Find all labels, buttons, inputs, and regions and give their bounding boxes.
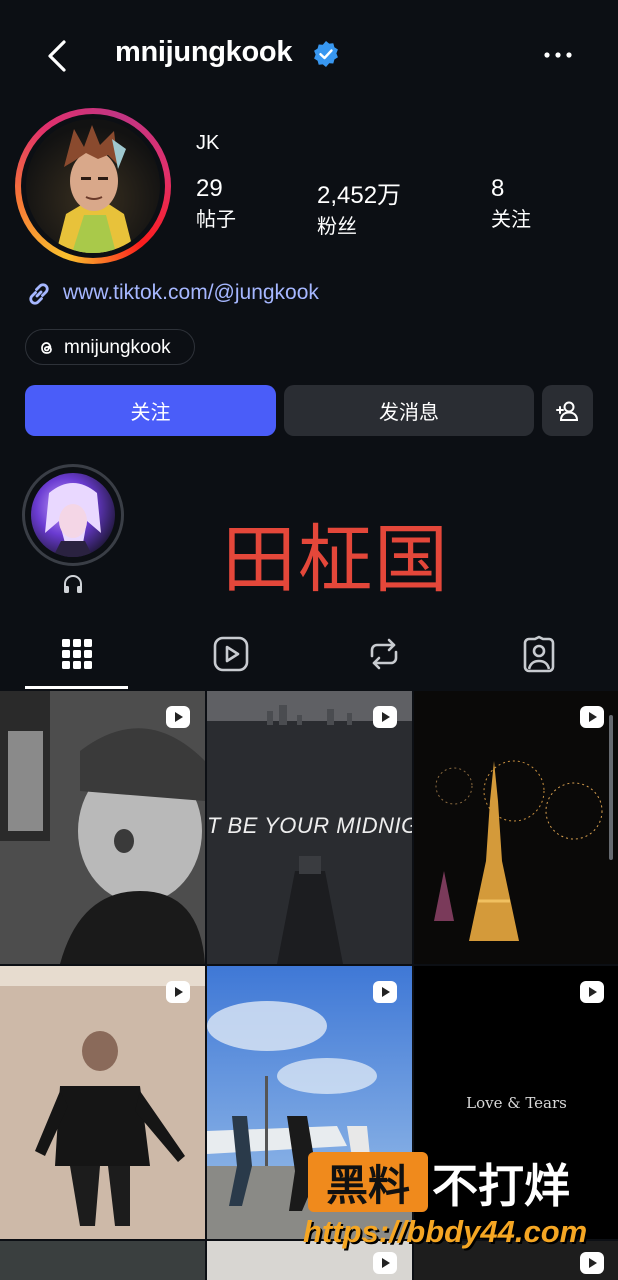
reel-icon: [580, 706, 604, 728]
reel-icon: [166, 981, 190, 1003]
threads-badge[interactable]: mnijungkook: [25, 329, 195, 365]
reel-icon: [580, 981, 604, 1003]
suggest-people-button[interactable]: [542, 385, 593, 436]
highlight-cover: [31, 473, 115, 557]
more-options-icon[interactable]: [540, 40, 576, 70]
reels-icon[interactable]: [211, 634, 251, 674]
grid-icon[interactable]: [57, 634, 97, 674]
post-caption: Love & Tears: [466, 1094, 567, 1112]
followers-label: 粉丝: [317, 216, 357, 238]
reel-icon: [373, 706, 397, 728]
watermark-url: https://bbdy44.com: [303, 1214, 588, 1249]
display-name: JK: [196, 132, 220, 154]
threads-handle: mnijungkook: [64, 337, 171, 358]
threads-icon: [41, 342, 52, 354]
post-thumbnail[interactable]: [414, 691, 618, 964]
reel-icon: [166, 706, 190, 728]
stat-following[interactable]: 8 关注: [491, 175, 531, 232]
scrollbar[interactable]: [609, 715, 613, 860]
avatar-image: [26, 119, 160, 253]
story-highlight[interactable]: [22, 464, 124, 566]
following-label: 关注: [491, 209, 531, 231]
follow-button[interactable]: 关注: [25, 385, 276, 436]
profile-username: mnijungkook: [115, 36, 293, 68]
active-tab-indicator: [25, 686, 128, 689]
post-thumbnail[interactable]: [0, 691, 205, 964]
profile-avatar[interactable]: [15, 108, 171, 264]
stat-posts[interactable]: 29 帖子: [196, 175, 236, 232]
following-count: 8: [491, 175, 505, 202]
reposts-icon[interactable]: [364, 634, 404, 674]
message-button[interactable]: 发消息: [284, 385, 534, 436]
overlay-caption: 田柾国: [222, 517, 450, 603]
posts-count: 29: [196, 175, 223, 202]
tagged-icon[interactable]: [519, 634, 559, 674]
link-icon: [29, 283, 49, 305]
back-arrow-icon[interactable]: [40, 38, 76, 74]
watermark-slogan: 不打烊: [432, 1160, 570, 1212]
reel-icon: [580, 1252, 604, 1274]
post-caption: T BE YOUR MIDNIGHT: [207, 813, 412, 838]
reel-icon: [373, 981, 397, 1003]
verified-badge-icon: [314, 41, 338, 67]
post-thumbnail[interactable]: T BE YOUR MIDNIGHT: [207, 691, 412, 964]
reel-icon: [373, 1252, 397, 1274]
followers-count: 2,452万: [317, 182, 402, 209]
headphones-icon: [64, 575, 82, 593]
posts-label: 帖子: [196, 209, 236, 231]
profile-link[interactable]: www.tiktok.com/@jungkook: [63, 281, 319, 305]
watermark-brand: 黑料: [308, 1152, 428, 1212]
post-thumbnail[interactable]: [0, 1241, 205, 1280]
stat-followers[interactable]: 2,452万 粉丝: [317, 175, 401, 239]
add-person-icon: [555, 401, 578, 421]
post-thumbnail[interactable]: [0, 966, 205, 1239]
